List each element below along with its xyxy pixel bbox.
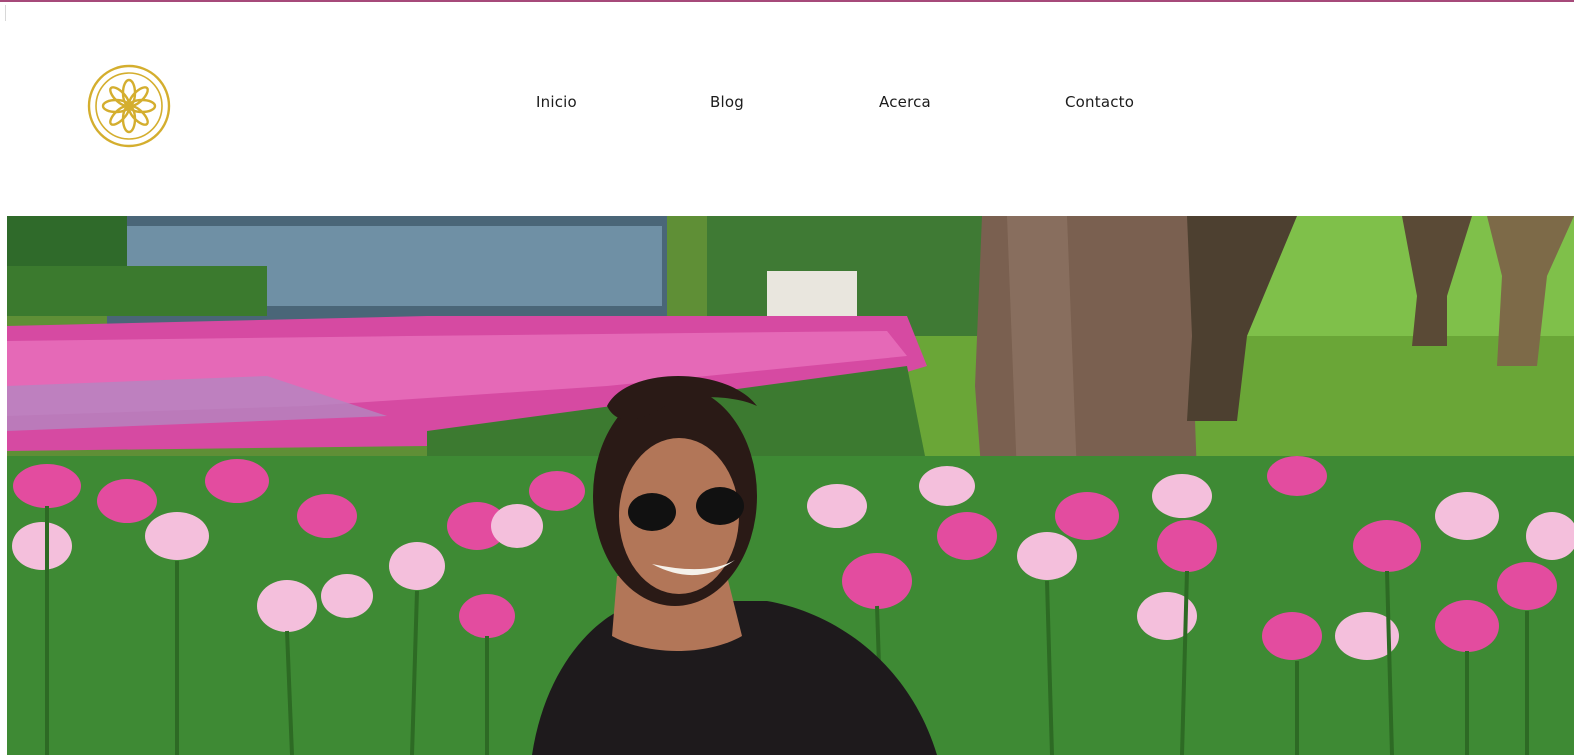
hero-photo — [7, 216, 1574, 755]
nav-item-acerca[interactable]: Acerca — [879, 92, 931, 112]
nav-item-inicio[interactable]: Inicio — [536, 92, 577, 112]
tulip-garden-illustration — [7, 216, 1574, 755]
nav-item-blog[interactable]: Blog — [710, 92, 744, 112]
main-nav: Inicio Blog Acerca Contacto — [0, 92, 1574, 114]
nav-item-contacto[interactable]: Contacto — [1065, 92, 1134, 112]
site-header: Inicio Blog Acerca Contacto — [0, 2, 1574, 216]
